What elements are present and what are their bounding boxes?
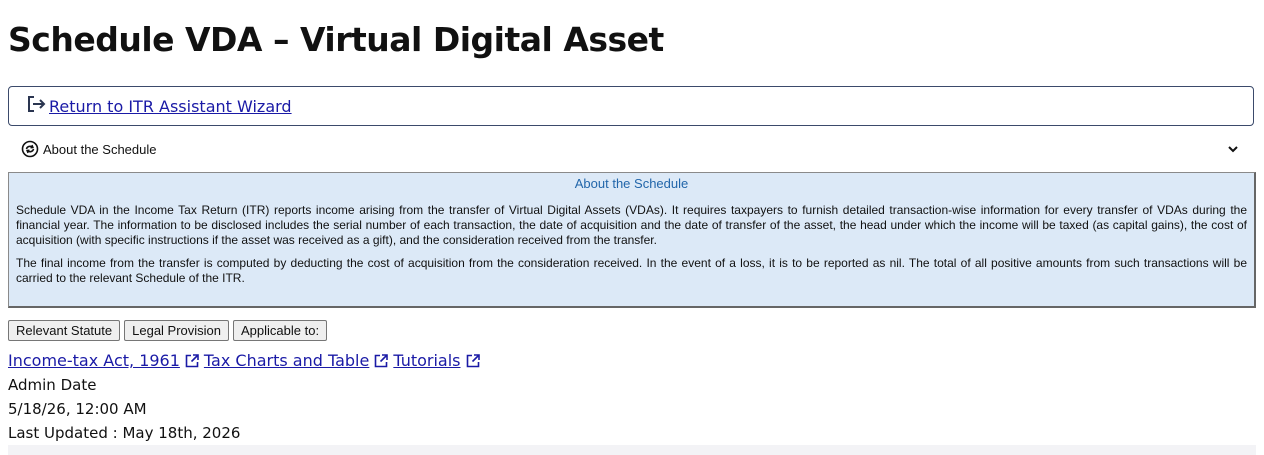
sign-out-icon xyxy=(25,94,49,119)
about-paragraph: The final income from the transfer is co… xyxy=(16,256,1247,285)
external-link-icon[interactable] xyxy=(184,353,200,369)
applicable-to-button[interactable]: Applicable to: xyxy=(233,320,328,341)
relevant-statute-button[interactable]: Relevant Statute xyxy=(8,320,121,341)
external-link-icon[interactable] xyxy=(465,353,481,369)
about-panel-title: About the Schedule xyxy=(574,176,689,191)
external-link-icon[interactable] xyxy=(373,353,389,369)
external-links-row: Income-tax Act, 1961 Tax Charts and Tabl… xyxy=(8,351,485,370)
return-to-wizard-box: Return to ITR Assistant Wizard xyxy=(8,86,1254,126)
about-schedule-label: About the Schedule xyxy=(43,141,157,157)
tutorials-link[interactable]: Tutorials xyxy=(393,351,460,370)
last-updated: Last Updated : May 18th, 2026 xyxy=(8,424,241,442)
page-title: Schedule VDA – Virtual Digital Asset xyxy=(8,20,664,59)
admin-date-label: Admin Date xyxy=(8,376,97,394)
about-schedule-toggle[interactable]: About the Schedule xyxy=(8,136,1254,162)
income-tax-act-link[interactable]: Income-tax Act, 1961 xyxy=(8,351,180,370)
chevron-down-icon[interactable] xyxy=(1226,142,1240,156)
admin-date-value: 5/18/26, 12:00 AM xyxy=(8,400,147,418)
info-button-row: Relevant Statute Legal Provision Applica… xyxy=(8,320,328,341)
legal-provision-button[interactable]: Legal Provision xyxy=(124,320,230,341)
return-to-wizard-link[interactable]: Return to ITR Assistant Wizard xyxy=(49,97,292,116)
content-divider xyxy=(8,445,1256,455)
about-schedule-panel: About the Schedule Schedule VDA in the I… xyxy=(8,172,1256,308)
tax-charts-link[interactable]: Tax Charts and Table xyxy=(204,351,369,370)
about-paragraph: Schedule VDA in the Income Tax Return (I… xyxy=(16,203,1247,247)
info-circle-icon xyxy=(21,140,39,158)
